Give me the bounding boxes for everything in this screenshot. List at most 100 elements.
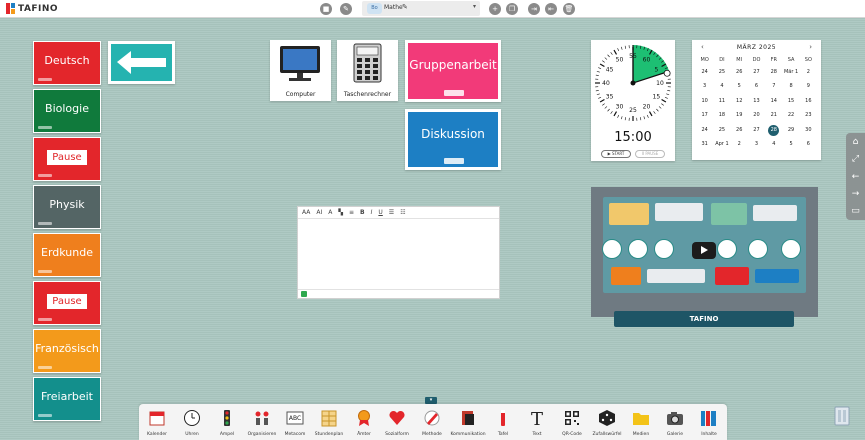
video-widget[interactable]: TAFINO bbox=[591, 187, 818, 327]
subject-card[interactable]: Biologie bbox=[33, 89, 101, 133]
calendar-day[interactable]: Apr 1 bbox=[713, 137, 730, 151]
calendar-day[interactable]: 25 bbox=[713, 65, 730, 79]
timer-pause-button[interactable]: II PAUSE bbox=[635, 150, 665, 158]
calendar-day[interactable]: Mär 1 bbox=[782, 65, 799, 79]
timer-clock-face[interactable]: 55605101520253035404550 bbox=[591, 40, 675, 126]
board-selector[interactable]: Bo Mathe ✎ ▾ bbox=[362, 1, 480, 16]
subject-card[interactable]: Freiarbeit bbox=[33, 377, 101, 421]
italic-button[interactable]: I bbox=[371, 209, 373, 216]
calendar-day[interactable]: 24 bbox=[696, 65, 713, 79]
calendar-day[interactable]: 27 bbox=[748, 65, 765, 79]
calendar-day[interactable]: 4 bbox=[713, 79, 730, 93]
dock-item-galerie[interactable]: Galerie bbox=[662, 407, 688, 440]
numbered-list-icon[interactable]: ☷ bbox=[400, 209, 405, 216]
calendar-day[interactable]: 30 bbox=[800, 123, 817, 137]
dock-item-tafel[interactable]: Tafel bbox=[490, 407, 516, 440]
dock-item-qr-code[interactable]: QR-Code bbox=[559, 407, 585, 440]
bullet-list-icon[interactable]: ☰ bbox=[389, 209, 394, 216]
method-card-gruppenarbeit[interactable]: Gruppenarbeit bbox=[405, 40, 501, 102]
delete-board-button[interactable]: 🗑 bbox=[563, 3, 575, 15]
calendar-day[interactable]: 6 bbox=[748, 79, 765, 93]
calendar-day[interactable]: 23 bbox=[800, 108, 817, 122]
calendar-day[interactable]: 21 bbox=[765, 108, 782, 122]
dock-item-sozialform[interactable]: Sozialform bbox=[384, 407, 410, 440]
calendar-day[interactable]: 16 bbox=[800, 94, 817, 108]
dock-item-methode[interactable]: Methode bbox=[419, 407, 445, 440]
rename-board-icon[interactable]: ✎ bbox=[402, 3, 408, 11]
calendar-day[interactable]: 4 bbox=[765, 137, 782, 151]
timer-start-button[interactable]: ▶ START bbox=[601, 150, 631, 158]
dock-item-medien[interactable]: Medien bbox=[628, 407, 654, 440]
dock-item-kommunikation[interactable]: Kommunikation bbox=[450, 407, 486, 440]
fullscreen-icon[interactable]: ⤢ bbox=[846, 152, 865, 166]
calendar-day[interactable]: 15 bbox=[782, 94, 799, 108]
calculator-card[interactable]: Taschenrechner bbox=[337, 40, 398, 101]
calendar-day[interactable]: 19 bbox=[731, 108, 748, 122]
play-button[interactable] bbox=[692, 242, 716, 259]
dock-item-inhalte[interactable]: Inhalte bbox=[696, 407, 722, 440]
screen-icon[interactable]: ▭ bbox=[846, 204, 865, 218]
calendar-day[interactable]: 5 bbox=[782, 137, 799, 151]
underline-button[interactable]: U bbox=[378, 209, 382, 216]
text-color-button[interactable]: A bbox=[328, 209, 332, 216]
font-size-button[interactable]: AA bbox=[302, 209, 310, 216]
align-icon[interactable]: ≡ bbox=[349, 209, 354, 216]
arrow-right-icon[interactable]: → bbox=[846, 187, 865, 201]
dock-item-ampel[interactable]: Ampel bbox=[214, 407, 240, 440]
dock-item-metacom[interactable]: ABC Metacom bbox=[282, 407, 308, 440]
save-icon[interactable] bbox=[301, 291, 307, 297]
subject-card[interactable]: Pause bbox=[33, 137, 101, 181]
dock-collapse-button[interactable]: ▾ bbox=[425, 397, 437, 404]
trash-icon[interactable] bbox=[833, 404, 851, 426]
calendar-day[interactable]: 29 bbox=[782, 123, 799, 137]
calendar-day[interactable]: 26 bbox=[731, 65, 748, 79]
calendar-day[interactable]: 25 bbox=[713, 123, 730, 137]
dock-item-stundenplan[interactable]: Stundenplan bbox=[315, 407, 343, 440]
subject-card[interactable]: Französisch bbox=[33, 329, 101, 373]
arrow-card[interactable] bbox=[108, 41, 175, 84]
subject-card[interactable]: Physik bbox=[33, 185, 101, 229]
import-board-button[interactable]: ⇥ bbox=[528, 3, 540, 15]
export-board-button[interactable]: ⇤ bbox=[545, 3, 557, 15]
subject-card[interactable]: Pause bbox=[33, 281, 101, 325]
calendar-day[interactable]: 11 bbox=[713, 94, 730, 108]
copy-board-button[interactable]: ❐ bbox=[506, 3, 518, 15]
dock-item-uhren[interactable]: Uhren bbox=[179, 407, 205, 440]
calendar-day[interactable]: 27 bbox=[748, 123, 765, 137]
calendar-day[interactable]: 3 bbox=[748, 137, 765, 151]
calendar-day[interactable]: 28 bbox=[765, 123, 782, 137]
chevron-right-icon[interactable]: › bbox=[809, 43, 812, 51]
calendar-day[interactable]: 2 bbox=[731, 137, 748, 151]
calendar-day[interactable]: 26 bbox=[731, 123, 748, 137]
calendar-day[interactable]: 10 bbox=[696, 94, 713, 108]
home-icon[interactable]: ⌂ bbox=[846, 135, 865, 149]
dock-item-zufallswürfel[interactable]: Zufallswürfel bbox=[592, 407, 622, 440]
calendar-day[interactable]: 12 bbox=[731, 94, 748, 108]
calendar-day[interactable]: 18 bbox=[713, 108, 730, 122]
calendar-day[interactable]: 3 bbox=[696, 79, 713, 93]
dock-item-kalender[interactable]: Kalender bbox=[144, 407, 170, 440]
add-board-button[interactable]: + bbox=[489, 3, 501, 15]
editor-text-area[interactable] bbox=[298, 219, 499, 289]
computer-card[interactable]: Computer bbox=[270, 40, 331, 101]
save-board-button[interactable]: ■ bbox=[320, 3, 332, 15]
dock-item-ämter[interactable]: Ämter bbox=[351, 407, 377, 440]
calendar-day[interactable]: 31 bbox=[696, 137, 713, 151]
calendar-day[interactable]: 28 bbox=[765, 65, 782, 79]
calendar-day[interactable]: 22 bbox=[782, 108, 799, 122]
edit-toggle-button[interactable]: ✎ bbox=[340, 3, 352, 15]
bold-button[interactable]: B bbox=[360, 209, 365, 216]
subject-card[interactable]: Erdkunde bbox=[33, 233, 101, 277]
calendar-day[interactable]: 24 bbox=[696, 123, 713, 137]
calendar-day[interactable]: 5 bbox=[731, 79, 748, 93]
calendar-day[interactable]: 6 bbox=[800, 137, 817, 151]
calendar-day[interactable]: 17 bbox=[696, 108, 713, 122]
chevron-down-icon[interactable]: ▾ bbox=[473, 3, 476, 10]
dock-item-text[interactable]: T Text bbox=[524, 407, 550, 440]
calendar-day[interactable]: 13 bbox=[748, 94, 765, 108]
calendar-day[interactable]: 9 bbox=[800, 79, 817, 93]
app-logo[interactable]: TAFINO bbox=[6, 3, 58, 14]
calendar-day[interactable]: 8 bbox=[782, 79, 799, 93]
clock-handle[interactable] bbox=[663, 69, 671, 77]
highlight-icon[interactable]: ▚ bbox=[338, 209, 343, 216]
